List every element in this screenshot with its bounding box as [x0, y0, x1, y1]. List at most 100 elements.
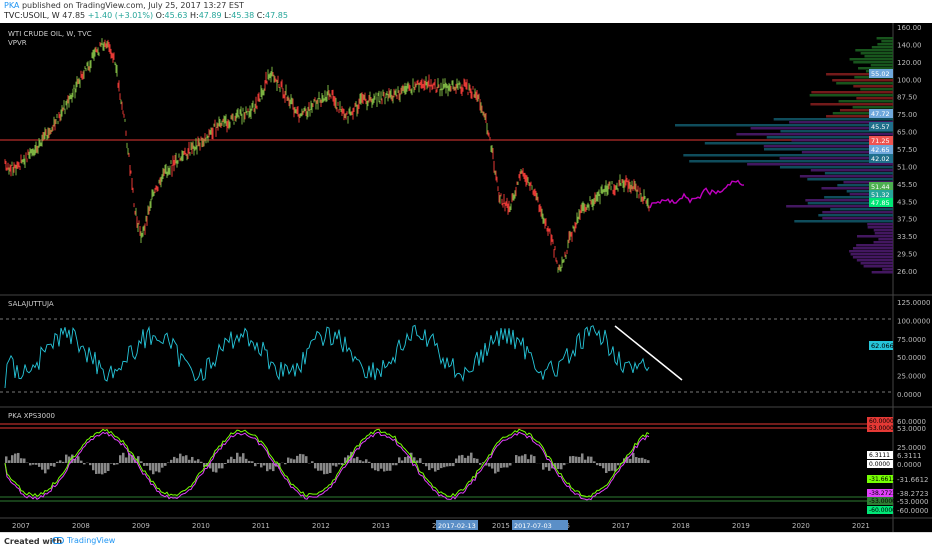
osc2-histogram-bar	[194, 460, 197, 463]
volume-profile-bar	[860, 88, 893, 91]
open-value: 45.63	[164, 11, 188, 20]
osc2-histogram-bar	[35, 463, 38, 465]
osc2-histogram-bar	[260, 463, 263, 468]
volume-profile-bar	[689, 160, 893, 163]
osc2-histogram-bar	[638, 457, 641, 463]
osc2-histogram-bar	[467, 455, 470, 463]
osc2-histogram-bar	[617, 463, 620, 466]
volume-profile-bar	[747, 163, 893, 166]
osc2-histogram-bar	[359, 460, 362, 463]
osc2-histogram-bar	[635, 457, 638, 463]
osc2-histogram-bar	[530, 454, 533, 463]
tradingview-logo[interactable]: TradingView	[52, 536, 115, 545]
osc2-histogram-bar	[578, 456, 581, 463]
osc2-histogram-bar	[107, 463, 110, 472]
vpvr-indicator-label[interactable]: VPVR	[8, 39, 27, 47]
price-axis-label: 45.50	[897, 181, 917, 189]
osc2-histogram-bar	[113, 463, 116, 466]
volume-profile-bar	[873, 229, 893, 232]
last-price: 47.85	[62, 11, 86, 20]
volume-profile-bar	[810, 103, 893, 106]
osc2-tag-label: -60.0000	[869, 507, 896, 514]
osc2-histogram-bar	[500, 463, 503, 468]
osc2-histogram-bar	[479, 463, 482, 465]
osc2-histogram-bar	[293, 459, 296, 463]
osc2-histogram-bar	[368, 461, 371, 463]
author-link[interactable]: PKA	[4, 1, 19, 10]
time-axis-label: 2015	[492, 522, 510, 530]
time-axis-label: 2019	[732, 522, 750, 530]
osc2-histogram-bar	[332, 463, 335, 466]
osc2-histogram-bar	[497, 463, 500, 472]
osc2-histogram-bar	[587, 456, 590, 463]
volume-profile-bar	[849, 58, 893, 61]
close-value: 47.85	[265, 11, 288, 20]
osc2-histogram-bar	[245, 458, 248, 463]
osc2-histogram-bar	[449, 463, 452, 467]
osc2-histogram-bar	[38, 463, 41, 467]
osc2-histogram-bar	[176, 458, 179, 463]
osc2-histogram-bar	[473, 458, 476, 463]
chart-canvas[interactable]: 160.00 140.00 120.00 100.00 87.50 75.00 65.00 5…	[0, 23, 932, 532]
osc2-histogram-bar	[590, 456, 593, 463]
osc2-histogram-bar	[605, 463, 608, 473]
volume-profile-bar	[871, 271, 893, 274]
volume-profile-bar	[882, 268, 893, 271]
osc2-tag-label: 60.0000	[869, 418, 894, 425]
osc2-histogram-bar	[41, 463, 44, 470]
osc2-histogram-bar	[323, 463, 326, 475]
volume-profile-bar	[794, 220, 893, 223]
volume-profile-bar	[849, 250, 893, 253]
osc1-pane-title: SALAJUTTUJA	[8, 300, 54, 308]
chart-area[interactable]: 160.00 140.00 120.00 100.00 87.50 75.00 65.00 5…	[0, 23, 932, 532]
volume-profile-bar	[704, 142, 893, 145]
symbol-label: TVC:USOIL, W	[4, 11, 60, 20]
volume-profile-bar	[871, 46, 893, 49]
osc2-histogram-bar	[200, 461, 203, 463]
osc2-histogram-bar	[329, 463, 332, 473]
osc2-histogram-bar	[491, 463, 494, 469]
osc2-histogram-bar	[455, 458, 458, 463]
osc2-histogram-bar	[422, 463, 425, 464]
osc1-axis-label: 25.0000	[897, 373, 926, 381]
time-axis-label: 2008	[72, 522, 90, 530]
price-axis-label: 51.00	[897, 163, 917, 171]
osc2-histogram-bar	[461, 454, 464, 463]
osc2-histogram-bar	[98, 463, 101, 474]
osc2-histogram-bar	[83, 463, 86, 465]
low-value: 45.38	[231, 11, 255, 20]
osc2-histogram-bar	[353, 458, 356, 463]
osc2-histogram-bar	[374, 463, 377, 471]
osc2-histogram-bar	[548, 463, 551, 471]
osc2-histogram-bar	[122, 452, 125, 463]
volume-profile-bar	[838, 100, 893, 103]
osc2-histogram-bar	[524, 454, 527, 463]
price-axis-label: 26.00	[897, 268, 917, 276]
price-axis-label: 43.50	[897, 198, 917, 206]
osc2-histogram-bar	[584, 459, 587, 463]
osc2-histogram-bar	[266, 463, 269, 472]
osc2-axis-label: -60.0000	[897, 507, 928, 515]
osc2-histogram-bar	[416, 460, 419, 463]
osc2-histogram-bar	[236, 452, 239, 463]
price-tag-label: 51.32	[871, 191, 890, 199]
volume-profile-bar	[807, 178, 893, 181]
osc2-histogram-bar	[419, 458, 422, 463]
price-axis-label: 100.00	[897, 76, 922, 84]
osc1-axis-label: 75.0000	[897, 336, 926, 344]
trend-line	[614, 325, 683, 381]
osc2-histogram-bar	[254, 463, 257, 467]
time-axis-label: 2017	[612, 522, 630, 530]
volume-profile-bar	[855, 49, 893, 52]
main-pane-title: WTI CRUDE OIL, W, TVC	[8, 30, 92, 38]
osc2-histogram-bar	[104, 463, 107, 474]
osc2-histogram-bar	[395, 463, 398, 466]
osc2-histogram-bar	[125, 457, 128, 463]
osc2-histogram-bar	[161, 463, 164, 468]
osc2-histogram-bar	[80, 460, 83, 463]
osc2-histogram-bar	[383, 463, 386, 472]
osc2-histogram-bar	[593, 461, 596, 463]
osc2-histogram-bar	[155, 463, 158, 472]
osc2-histogram-bar	[101, 463, 104, 475]
price-axis-label: 140.00	[897, 41, 922, 49]
